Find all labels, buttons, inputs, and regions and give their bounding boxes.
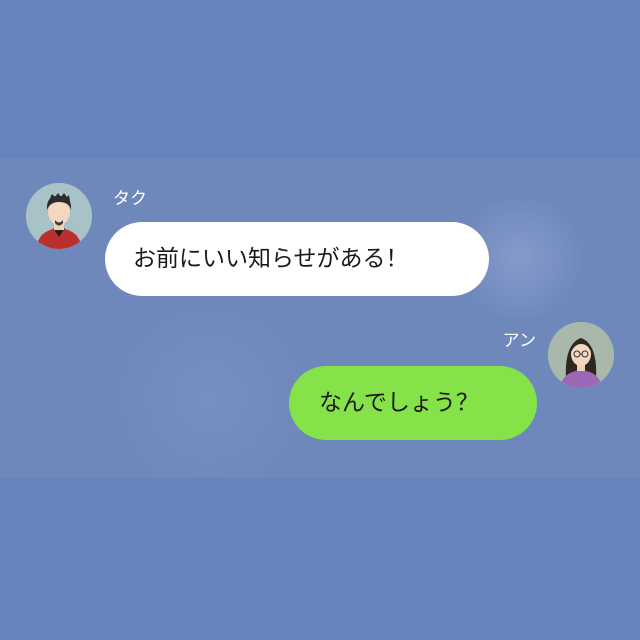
top-letterbox (0, 0, 640, 158)
message-bubble-outgoing[interactable]: なんでしょう？ (289, 366, 537, 440)
bottom-letterbox (0, 478, 640, 640)
woman-avatar-icon[interactable] (548, 322, 614, 388)
background-glow (100, 308, 320, 478)
man-avatar-icon[interactable] (26, 183, 92, 249)
sender-name-taku: タク (113, 189, 147, 209)
message-bubble-incoming[interactable]: お前にいい知らせがある！ (105, 222, 489, 296)
chat-area: タク お前にいい知らせがある！ アン なんでしょう？ (0, 158, 640, 478)
sender-name-an: アン (502, 331, 536, 351)
